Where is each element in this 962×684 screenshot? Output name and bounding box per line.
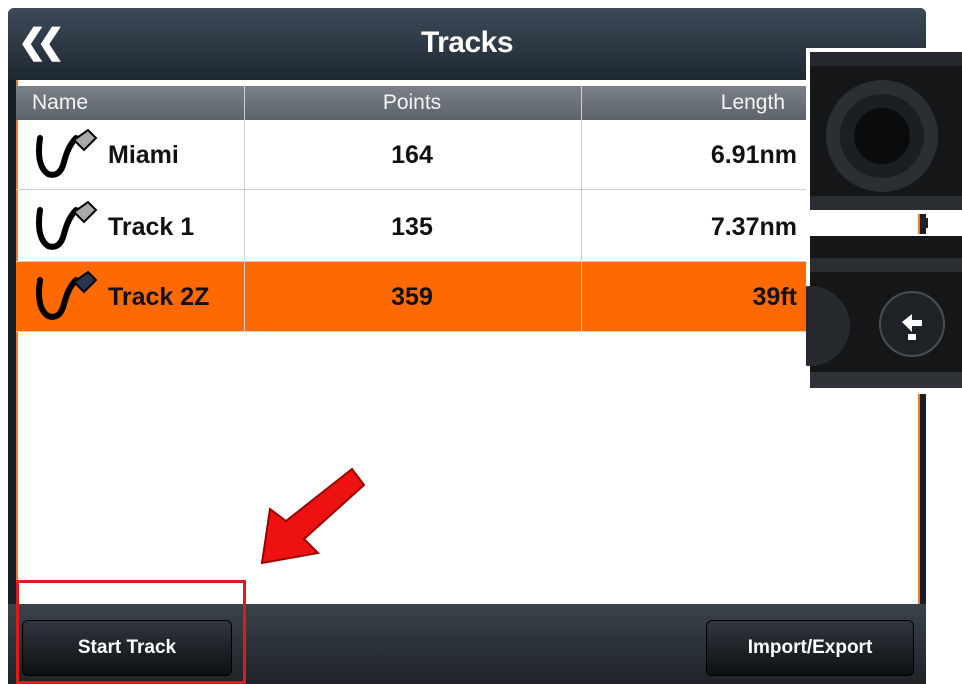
column-divider bbox=[244, 86, 245, 332]
track-icon bbox=[36, 200, 98, 250]
track-points: 135 bbox=[391, 213, 433, 241]
rotary-knob-icon bbox=[810, 52, 962, 210]
track-points: 359 bbox=[391, 283, 433, 311]
track-length: 7.37nm bbox=[710, 213, 797, 241]
column-divider bbox=[581, 86, 582, 332]
track-icon bbox=[36, 128, 98, 178]
column-header-length: Length bbox=[720, 91, 785, 114]
annotation-arrow-icon bbox=[260, 467, 366, 565]
highlight-box bbox=[16, 580, 246, 684]
track-length: 39ft bbox=[752, 283, 797, 311]
hardware-inset bbox=[770, 234, 962, 394]
track-icon bbox=[36, 270, 98, 320]
track-points: 164 bbox=[391, 141, 433, 169]
column-header-name: Name bbox=[32, 91, 89, 114]
track-name: Track 1 bbox=[108, 213, 195, 241]
track-name: Track 2Z bbox=[108, 283, 210, 311]
separator-mark bbox=[920, 218, 928, 228]
page-title: Tracks bbox=[420, 26, 514, 59]
hardware-inset bbox=[806, 48, 962, 214]
track-length: 6.91nm bbox=[710, 141, 797, 169]
back-key-icon bbox=[770, 236, 962, 388]
import-export-button[interactable]: Import/Export bbox=[706, 620, 914, 676]
column-header-points: Points bbox=[382, 91, 442, 114]
track-name: Miami bbox=[108, 141, 179, 169]
